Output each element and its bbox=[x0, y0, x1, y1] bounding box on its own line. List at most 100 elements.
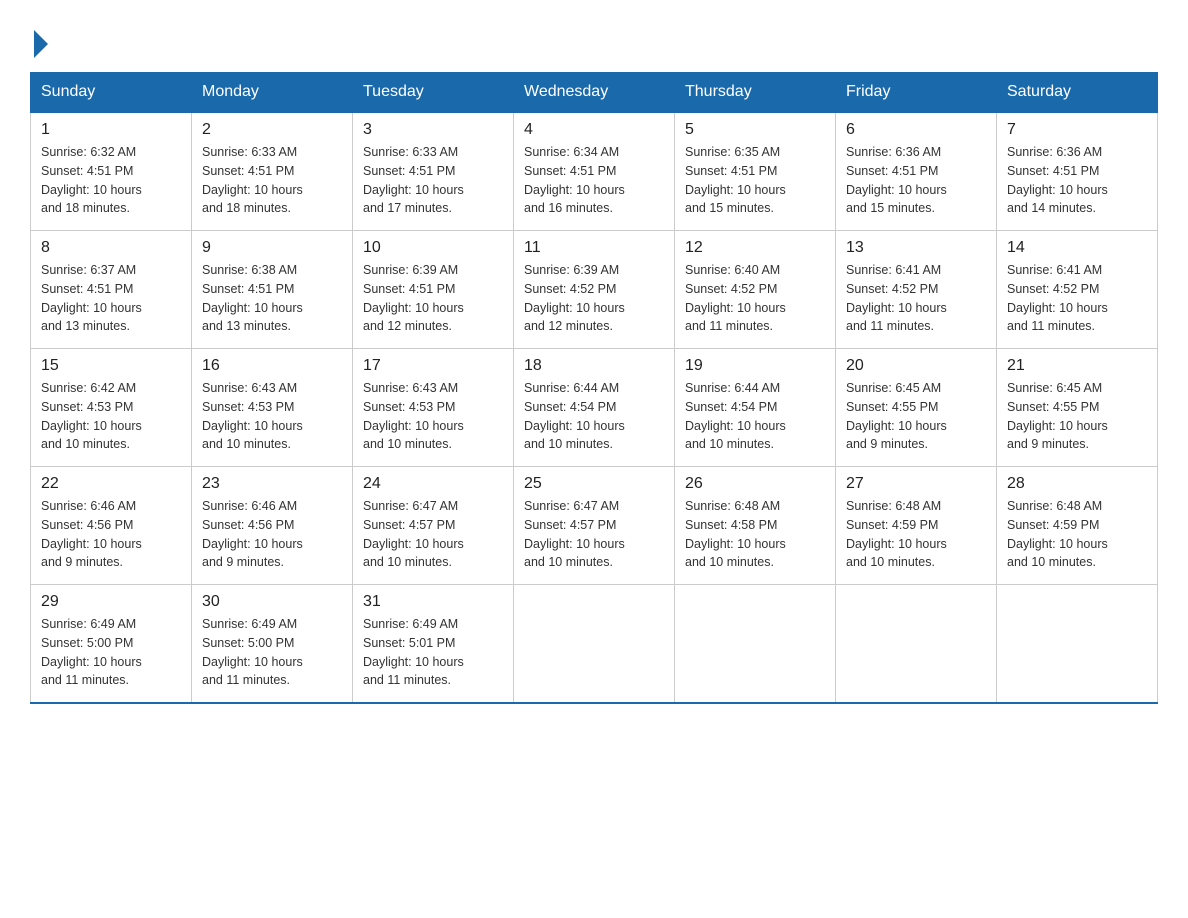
day-number: 17 bbox=[363, 357, 503, 375]
day-number: 20 bbox=[846, 357, 986, 375]
day-number: 9 bbox=[202, 239, 342, 257]
calendar-cell bbox=[836, 585, 997, 704]
day-number: 26 bbox=[685, 475, 825, 493]
day-info: Sunrise: 6:39 AMSunset: 4:51 PMDaylight:… bbox=[363, 261, 503, 336]
calendar-cell: 20 Sunrise: 6:45 AMSunset: 4:55 PMDayligh… bbox=[836, 349, 997, 467]
calendar-cell: 4 Sunrise: 6:34 AMSunset: 4:51 PMDaylight… bbox=[514, 112, 675, 231]
day-info: Sunrise: 6:46 AMSunset: 4:56 PMDaylight:… bbox=[202, 497, 342, 572]
logo bbox=[30, 30, 48, 60]
day-number: 23 bbox=[202, 475, 342, 493]
day-info: Sunrise: 6:43 AMSunset: 4:53 PMDaylight:… bbox=[202, 379, 342, 454]
calendar-week-5: 29 Sunrise: 6:49 AMSunset: 5:00 PMDayligh… bbox=[31, 585, 1158, 704]
day-number: 1 bbox=[41, 121, 181, 139]
day-info: Sunrise: 6:41 AMSunset: 4:52 PMDaylight:… bbox=[1007, 261, 1147, 336]
calendar-cell: 1 Sunrise: 6:32 AMSunset: 4:51 PMDaylight… bbox=[31, 112, 192, 231]
day-info: Sunrise: 6:48 AMSunset: 4:58 PMDaylight:… bbox=[685, 497, 825, 572]
calendar-cell: 25 Sunrise: 6:47 AMSunset: 4:57 PMDayligh… bbox=[514, 467, 675, 585]
calendar-cell bbox=[675, 585, 836, 704]
day-info: Sunrise: 6:40 AMSunset: 4:52 PMDaylight:… bbox=[685, 261, 825, 336]
calendar-cell: 31Sunrise: 6:49 AMSunset: 5:01 PMDayligh… bbox=[353, 585, 514, 704]
day-number: 8 bbox=[41, 239, 181, 257]
day-number: 16 bbox=[202, 357, 342, 375]
day-number: 10 bbox=[363, 239, 503, 257]
day-number: 29 bbox=[41, 593, 181, 611]
calendar-cell: 19 Sunrise: 6:44 AMSunset: 4:54 PMDayligh… bbox=[675, 349, 836, 467]
calendar-cell: 30 Sunrise: 6:49 AMSunset: 5:00 PMDayligh… bbox=[192, 585, 353, 704]
day-number: 14 bbox=[1007, 239, 1147, 257]
calendar-cell: 13 Sunrise: 6:41 AMSunset: 4:52 PMDayligh… bbox=[836, 231, 997, 349]
day-number: 28 bbox=[1007, 475, 1147, 493]
day-info: Sunrise: 6:45 AMSunset: 4:55 PMDaylight:… bbox=[846, 379, 986, 454]
day-info: Sunrise: 6:44 AMSunset: 4:54 PMDaylight:… bbox=[524, 379, 664, 454]
day-info: Sunrise: 6:49 AMSunset: 5:00 PMDaylight:… bbox=[41, 615, 181, 690]
calendar-week-4: 22Sunrise: 6:46 AMSunset: 4:56 PMDayligh… bbox=[31, 467, 1158, 585]
calendar-cell: 18 Sunrise: 6:44 AMSunset: 4:54 PMDayligh… bbox=[514, 349, 675, 467]
calendar-cell: 9Sunrise: 6:38 AMSunset: 4:51 PMDaylight… bbox=[192, 231, 353, 349]
day-number: 24 bbox=[363, 475, 503, 493]
day-number: 21 bbox=[1007, 357, 1147, 375]
day-info: Sunrise: 6:45 AMSunset: 4:55 PMDaylight:… bbox=[1007, 379, 1147, 454]
day-info: Sunrise: 6:43 AMSunset: 4:53 PMDaylight:… bbox=[363, 379, 503, 454]
calendar-cell: 10 Sunrise: 6:39 AMSunset: 4:51 PMDayligh… bbox=[353, 231, 514, 349]
calendar-cell: 7Sunrise: 6:36 AMSunset: 4:51 PMDaylight… bbox=[997, 112, 1158, 231]
day-info: Sunrise: 6:34 AMSunset: 4:51 PMDaylight:… bbox=[524, 143, 664, 218]
day-info: Sunrise: 6:37 AMSunset: 4:51 PMDaylight:… bbox=[41, 261, 181, 336]
calendar-cell: 14 Sunrise: 6:41 AMSunset: 4:52 PMDayligh… bbox=[997, 231, 1158, 349]
calendar-cell: 23 Sunrise: 6:46 AMSunset: 4:56 PMDayligh… bbox=[192, 467, 353, 585]
day-info: Sunrise: 6:49 AMSunset: 5:00 PMDaylight:… bbox=[202, 615, 342, 690]
day-number: 4 bbox=[524, 121, 664, 139]
calendar-cell: 27 Sunrise: 6:48 AMSunset: 4:59 PMDayligh… bbox=[836, 467, 997, 585]
weekday-header-wednesday: Wednesday bbox=[514, 73, 675, 113]
day-info: Sunrise: 6:32 AMSunset: 4:51 PMDaylight:… bbox=[41, 143, 181, 218]
day-info: Sunrise: 6:48 AMSunset: 4:59 PMDaylight:… bbox=[846, 497, 986, 572]
day-number: 13 bbox=[846, 239, 986, 257]
day-info: Sunrise: 6:33 AMSunset: 4:51 PMDaylight:… bbox=[363, 143, 503, 218]
header-row: SundayMondayTuesdayWednesdayThursdayFrid… bbox=[31, 73, 1158, 113]
calendar-cell: 24Sunrise: 6:47 AMSunset: 4:57 PMDayligh… bbox=[353, 467, 514, 585]
calendar-cell: 16 Sunrise: 6:43 AMSunset: 4:53 PMDayligh… bbox=[192, 349, 353, 467]
weekday-header-sunday: Sunday bbox=[31, 73, 192, 113]
calendar-cell: 17 Sunrise: 6:43 AMSunset: 4:53 PMDayligh… bbox=[353, 349, 514, 467]
calendar-cell bbox=[514, 585, 675, 704]
calendar-week-1: 1 Sunrise: 6:32 AMSunset: 4:51 PMDaylight… bbox=[31, 112, 1158, 231]
weekday-header-friday: Friday bbox=[836, 73, 997, 113]
day-info: Sunrise: 6:44 AMSunset: 4:54 PMDaylight:… bbox=[685, 379, 825, 454]
weekday-header-saturday: Saturday bbox=[997, 73, 1158, 113]
day-info: Sunrise: 6:49 AMSunset: 5:01 PMDaylight:… bbox=[363, 615, 503, 690]
calendar-cell: 22Sunrise: 6:46 AMSunset: 4:56 PMDayligh… bbox=[31, 467, 192, 585]
weekday-header-monday: Monday bbox=[192, 73, 353, 113]
day-number: 3 bbox=[363, 121, 503, 139]
calendar-cell: 8 Sunrise: 6:37 AMSunset: 4:51 PMDaylight… bbox=[31, 231, 192, 349]
calendar-cell bbox=[997, 585, 1158, 704]
day-number: 27 bbox=[846, 475, 986, 493]
weekday-header-tuesday: Tuesday bbox=[353, 73, 514, 113]
calendar-cell: 26 Sunrise: 6:48 AMSunset: 4:58 PMDayligh… bbox=[675, 467, 836, 585]
day-info: Sunrise: 6:36 AMSunset: 4:51 PMDaylight:… bbox=[1007, 143, 1147, 218]
calendar-table: SundayMondayTuesdayWednesdayThursdayFrid… bbox=[30, 72, 1158, 704]
weekday-header-thursday: Thursday bbox=[675, 73, 836, 113]
day-info: Sunrise: 6:42 AMSunset: 4:53 PMDaylight:… bbox=[41, 379, 181, 454]
day-number: 5 bbox=[685, 121, 825, 139]
calendar-week-3: 15 Sunrise: 6:42 AMSunset: 4:53 PMDayligh… bbox=[31, 349, 1158, 467]
day-info: Sunrise: 6:39 AMSunset: 4:52 PMDaylight:… bbox=[524, 261, 664, 336]
day-number: 25 bbox=[524, 475, 664, 493]
day-number: 6 bbox=[846, 121, 986, 139]
calendar-cell: 29 Sunrise: 6:49 AMSunset: 5:00 PMDayligh… bbox=[31, 585, 192, 704]
calendar-cell: 11 Sunrise: 6:39 AMSunset: 4:52 PMDayligh… bbox=[514, 231, 675, 349]
calendar-cell: 28Sunrise: 6:48 AMSunset: 4:59 PMDayligh… bbox=[997, 467, 1158, 585]
day-info: Sunrise: 6:41 AMSunset: 4:52 PMDaylight:… bbox=[846, 261, 986, 336]
day-info: Sunrise: 6:36 AMSunset: 4:51 PMDaylight:… bbox=[846, 143, 986, 218]
calendar-week-2: 8 Sunrise: 6:37 AMSunset: 4:51 PMDaylight… bbox=[31, 231, 1158, 349]
day-info: Sunrise: 6:33 AMSunset: 4:51 PMDaylight:… bbox=[202, 143, 342, 218]
calendar-cell: 3 Sunrise: 6:33 AMSunset: 4:51 PMDaylight… bbox=[353, 112, 514, 231]
day-info: Sunrise: 6:47 AMSunset: 4:57 PMDaylight:… bbox=[524, 497, 664, 572]
day-number: 2 bbox=[202, 121, 342, 139]
day-number: 11 bbox=[524, 239, 664, 257]
day-number: 18 bbox=[524, 357, 664, 375]
day-number: 30 bbox=[202, 593, 342, 611]
day-number: 15 bbox=[41, 357, 181, 375]
day-info: Sunrise: 6:46 AMSunset: 4:56 PMDaylight:… bbox=[41, 497, 181, 572]
calendar-cell: 12 Sunrise: 6:40 AMSunset: 4:52 PMDayligh… bbox=[675, 231, 836, 349]
day-number: 12 bbox=[685, 239, 825, 257]
day-number: 19 bbox=[685, 357, 825, 375]
